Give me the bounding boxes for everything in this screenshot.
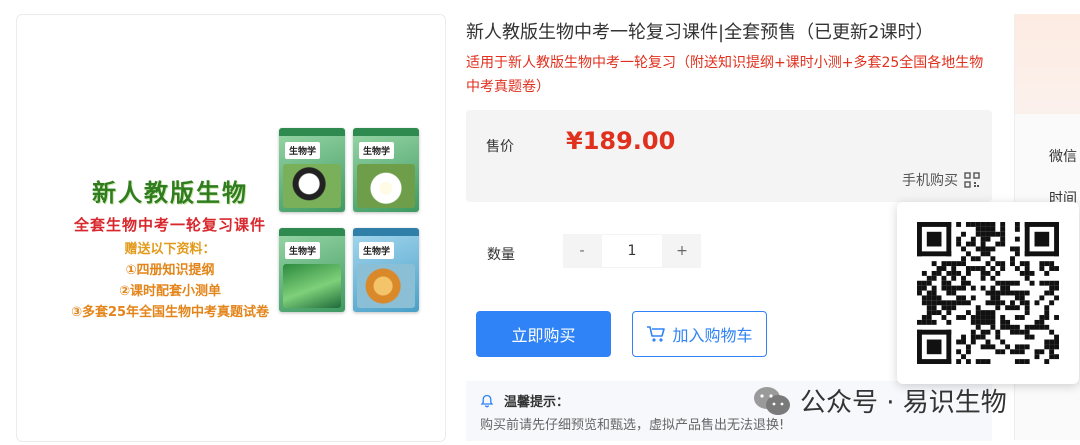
cover-gift-item: ①四册知识提纲 [125,263,215,278]
quantity-input[interactable]: 1 [601,234,663,268]
product-image: 新人教版生物 全套生物中考一轮复习课件 赠送以下资料： ①四册知识提纲 ②课时配… [16,14,446,442]
panda-image [283,164,341,208]
quantity-label: 数量 [487,247,515,263]
cover-headline: 新人教版生物 [92,179,248,207]
textbook-cover: 生物学 [279,128,345,212]
cart-icon [647,326,666,342]
buy-now-button[interactable]: 立即购买 [476,311,611,357]
product-subtitle: 适用于新人教版生物中考一轮复习（附送知识提纲+课时小测+多套25全国各地生物中考… [466,55,984,95]
book-label: 生物学 [359,242,395,259]
book-label: 生物学 [285,242,321,259]
cover-gift-item: ②课时配套小测单 [118,284,221,299]
monkey-image [357,264,415,308]
add-to-cart-button[interactable]: 加入购物车 [632,311,767,357]
textbook-cover: 生物学 [353,128,419,212]
side-label: 微信 [1049,149,1077,165]
bell-icon [480,394,494,407]
quantity-stepper: - 1 + [563,234,701,268]
wechat-icon [754,386,790,415]
price-box: 售价 ¥189.00 手机购买 [466,110,992,202]
forest-image [283,264,341,308]
quantity-minus-button[interactable]: - [563,234,601,268]
tips-text: 购买前请先仔细预览和甄选，虚拟产品售出无法退换! [480,418,785,433]
cover-subheadline: 全套生物中考一轮复习课件 [73,216,266,234]
textbook-cover: 生物学 [353,228,419,312]
watermark: 公众号 · 易识生物 [752,382,1007,419]
cover-gift-title: 赠送以下资料： [124,242,216,257]
quantity-plus-button[interactable]: + [663,234,701,268]
book-label: 生物学 [359,142,395,159]
qr-code-popup [897,202,1079,384]
side-panel-banner [1015,14,1080,114]
textbook-cover: 生物学 [279,228,345,312]
qr-code-image [917,222,1059,364]
add-to-cart-label: 加入购物车 [672,326,753,345]
qr-code-icon [964,172,980,188]
book-label: 生物学 [285,142,321,159]
mobile-buy-label: 手机购买 [902,173,958,189]
price-value: ¥189.00 [566,127,676,155]
price-label: 售价 [486,139,514,155]
cover-promo-text: 新人教版生物 全套生物中考一轮复习课件 赠送以下资料： ①四册知识提纲 ②课时配… [41,173,299,320]
tips-title: 温馨提示： [504,395,570,410]
cover-gift-item: ③多套25年全国生物中考真题试卷 [70,305,270,320]
flower-image [357,164,415,208]
tips-header: 温馨提示： [480,391,569,410]
product-title: 新人教版生物中考一轮复习课件|全套预售（已更新2课时） [466,22,934,43]
mobile-buy-link[interactable]: 手机购买 [902,170,980,190]
watermark-text: 公众号 · 易识生物 [800,388,1007,418]
